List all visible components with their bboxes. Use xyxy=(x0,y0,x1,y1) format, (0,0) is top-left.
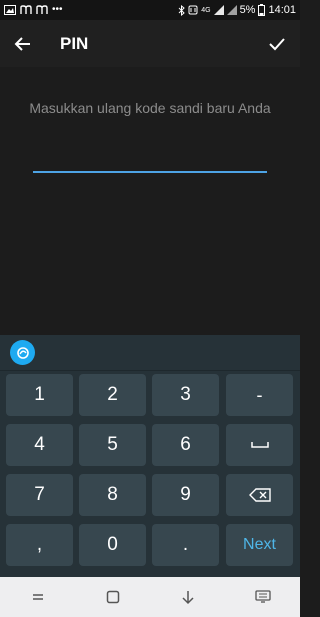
key-8[interactable]: 8 xyxy=(79,474,146,516)
keyboard-switch-button[interactable] xyxy=(243,577,283,617)
status-bar-left: ••• xyxy=(4,5,63,15)
battery-percent: 5% xyxy=(239,4,256,16)
confirm-button[interactable] xyxy=(254,20,300,67)
hide-keyboard-button[interactable] xyxy=(168,577,208,617)
keyboard-switch-icon xyxy=(254,590,271,603)
key-5[interactable]: 5 xyxy=(79,424,146,466)
m-notification-icon xyxy=(20,5,32,14)
system-nav-bar xyxy=(0,577,300,617)
key-comma[interactable]: , xyxy=(6,524,73,566)
more-notifications-icon: ••• xyxy=(52,4,63,15)
key-next[interactable]: Next xyxy=(226,524,293,566)
status-bar: ••• 4G 5% 14:01 xyxy=(0,0,300,20)
home-icon xyxy=(106,590,119,604)
swiftkey-logo-icon[interactable] xyxy=(10,340,35,365)
key-3[interactable]: 3 xyxy=(152,374,219,416)
back-arrow-icon xyxy=(14,36,30,51)
bluetooth-icon xyxy=(178,4,185,16)
pin-input[interactable] xyxy=(33,155,267,173)
key-4[interactable]: 4 xyxy=(6,424,73,466)
key-1[interactable]: 1 xyxy=(6,374,73,416)
recents-button[interactable] xyxy=(18,577,58,617)
home-button[interactable] xyxy=(93,577,133,617)
nfc-icon xyxy=(188,5,198,15)
gallery-icon xyxy=(4,5,16,15)
key-backspace[interactable] xyxy=(226,474,293,516)
key-2[interactable]: 2 xyxy=(79,374,146,416)
signal-icon xyxy=(226,5,237,15)
key-minus[interactable]: - xyxy=(226,374,293,416)
4g-icon: 4G xyxy=(201,6,211,14)
backspace-icon xyxy=(248,488,271,502)
key-space[interactable] xyxy=(226,424,293,466)
battery-icon xyxy=(258,4,266,16)
checkmark-icon xyxy=(269,37,285,50)
key-9[interactable]: 9 xyxy=(152,474,219,516)
pin-prompt: Masukkan ulang kode sandi baru Anda xyxy=(29,100,271,116)
pin-entry-area: Masukkan ulang kode sandi baru Anda xyxy=(0,67,300,335)
clock: 14:01 xyxy=(268,4,296,16)
swiftkey-bird-icon xyxy=(16,346,29,359)
signal-icon xyxy=(213,5,224,15)
key-6[interactable]: 6 xyxy=(152,424,219,466)
app-bar: PIN xyxy=(0,20,300,67)
hide-keyboard-icon xyxy=(181,591,194,605)
key-0[interactable]: 0 xyxy=(79,524,146,566)
recents-icon xyxy=(32,594,43,600)
status-bar-right: 4G 5% 14:01 xyxy=(178,4,296,16)
back-button[interactable] xyxy=(0,20,46,67)
m-notification-icon xyxy=(36,5,48,14)
keyboard-toolbar xyxy=(0,335,300,371)
numeric-keyboard: 1 2 3 - 4 5 6 7 8 9 , 0 . Next xyxy=(0,335,300,577)
space-icon xyxy=(250,442,269,448)
key-period[interactable]: . xyxy=(152,524,219,566)
page-title: PIN xyxy=(60,33,89,53)
key-7[interactable]: 7 xyxy=(6,474,73,516)
